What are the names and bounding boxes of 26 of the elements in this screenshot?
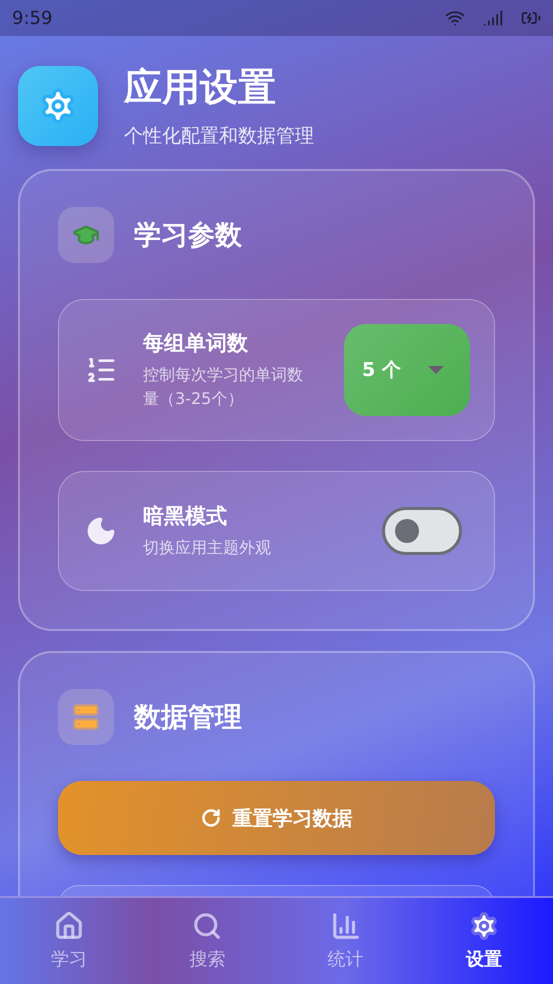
- count-dropdown[interactable]: 5 个: [344, 324, 470, 416]
- refresh-icon: [200, 808, 220, 828]
- home-icon: [54, 911, 84, 941]
- setting-description: 切换应用主题外观: [143, 537, 272, 559]
- setting-description: 控制每次学习的单词数量（3-25个）: [143, 364, 304, 410]
- page-subtitle: 个性化配置和数据管理: [124, 124, 314, 149]
- nav-tab[interactable]: 搜索: [138, 898, 276, 984]
- server-icon: [58, 689, 114, 745]
- setting-title: 每组单词数: [143, 330, 249, 357]
- section-title: 学习参数: [134, 219, 242, 253]
- caret-icon: [428, 366, 444, 374]
- nav-tab[interactable]: 统计: [276, 898, 415, 984]
- graduation-cap-icon: [58, 207, 114, 263]
- setting-title: 暗黑模式: [143, 503, 228, 530]
- status-time: 9:59: [12, 8, 52, 28]
- section-title: 数据管理: [134, 701, 242, 735]
- settings-icon: [468, 911, 499, 941]
- bar-chart-icon: [330, 911, 361, 941]
- page-title: 应用设置: [124, 64, 277, 111]
- search-icon: [192, 911, 222, 941]
- signal-icon: [483, 8, 503, 28]
- nav-tab[interactable]: 学习: [0, 898, 138, 984]
- dark-mode-switch[interactable]: [382, 507, 462, 555]
- reset-button[interactable]: 重置学习数据: [58, 781, 495, 855]
- moon-icon: [85, 515, 117, 547]
- nav-tab[interactable]: 设置: [414, 898, 553, 984]
